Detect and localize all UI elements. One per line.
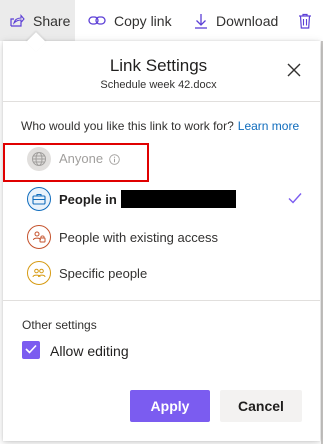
copy-link-button[interactable]: Copy link: [88, 0, 172, 41]
option-existing-access[interactable]: People with existing access: [3, 220, 320, 254]
copy-link-label: Copy link: [114, 12, 172, 29]
option-specific-people[interactable]: Specific people: [3, 256, 320, 290]
download-button[interactable]: Download: [194, 0, 278, 41]
close-icon: [287, 63, 301, 82]
dialog-title: Link Settings: [109, 56, 208, 75]
cancel-button[interactable]: Cancel: [220, 390, 302, 422]
link-icon: [88, 14, 106, 28]
delete-button[interactable]: [298, 0, 312, 41]
file-name: Schedule week 42.docx: [100, 79, 217, 91]
option-specific-label: Specific people: [59, 265, 148, 281]
share-icon: [9, 13, 25, 29]
people-existing-icon: [27, 225, 51, 249]
redacted-organization-name: [121, 190, 236, 208]
other-settings-heading: Other settings: [22, 318, 97, 332]
trash-icon: [298, 13, 312, 29]
allow-editing-checkbox[interactable]: [22, 341, 40, 359]
apply-button[interactable]: Apply: [130, 390, 210, 422]
option-existing-label: People with existing access: [59, 229, 218, 245]
organization-icon: [27, 187, 51, 211]
checkmark-icon: [288, 191, 302, 209]
audience-question: Who would you like this link to work for…: [21, 119, 299, 133]
checkbox-check-icon: [25, 341, 37, 359]
close-button[interactable]: [285, 63, 303, 81]
download-label: Download: [216, 12, 279, 29]
download-icon: [194, 13, 208, 29]
allow-editing-label[interactable]: Allow editing: [50, 343, 129, 359]
command-bar: Share Copy link Download: [0, 0, 323, 41]
section-divider: [3, 300, 320, 301]
learn-more-link[interactable]: Learn more: [238, 119, 299, 133]
option-people-in-label: People in: [59, 191, 117, 207]
annotation-highlight-box: [3, 143, 149, 182]
specific-people-icon: [27, 261, 51, 285]
header-divider: [3, 101, 320, 102]
share-label: Share: [33, 12, 71, 29]
question-text: Who would you like this link to work for…: [21, 119, 234, 133]
